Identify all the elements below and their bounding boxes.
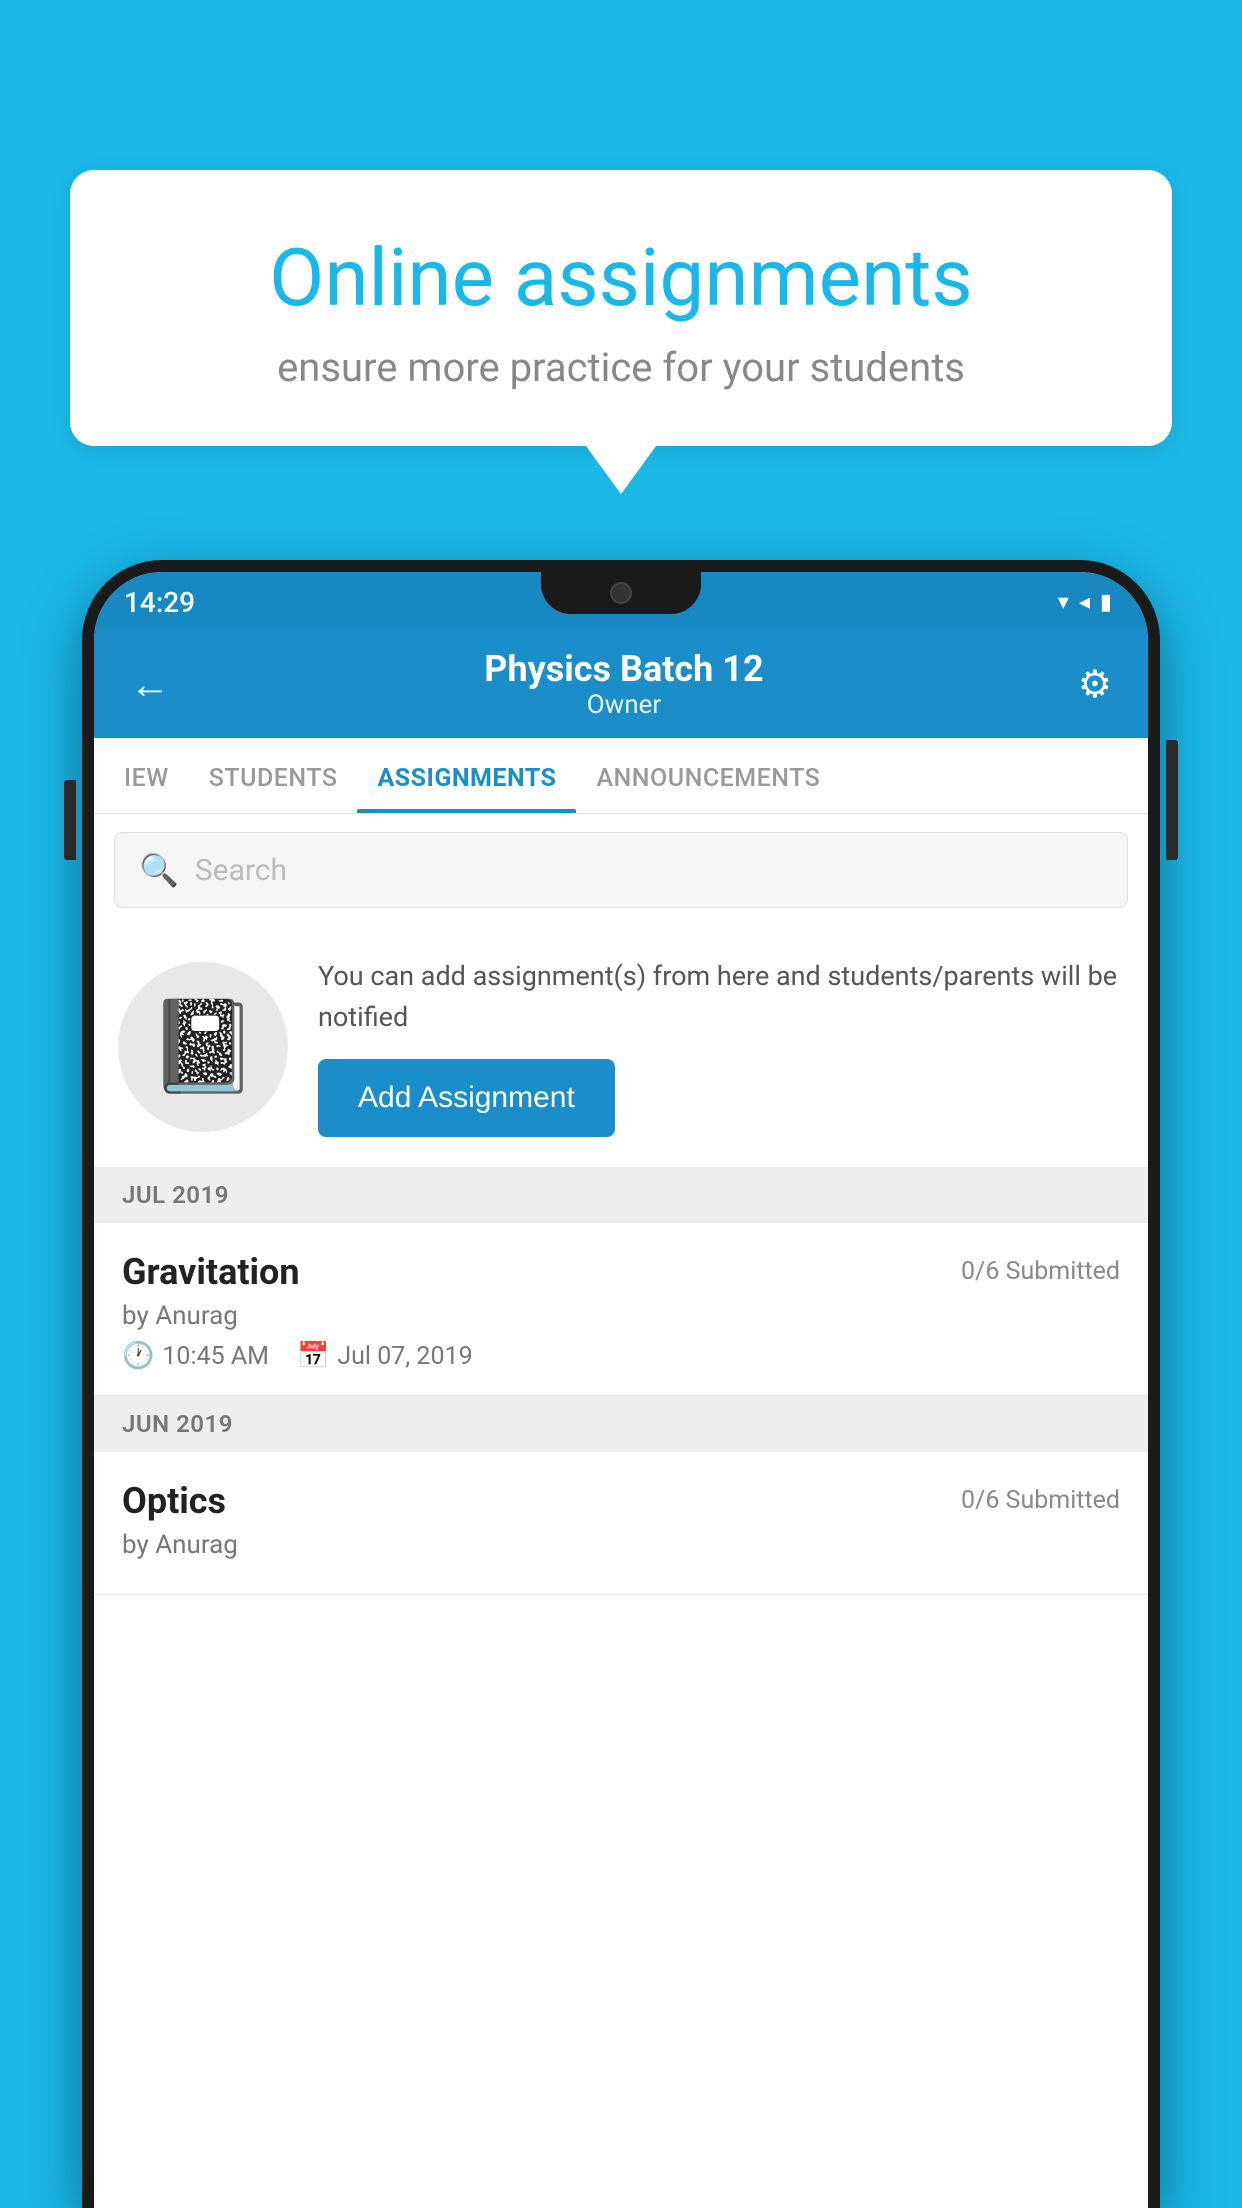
section-header-jul: JUL 2019	[94, 1167, 1148, 1223]
bubble-subtitle: ensure more practice for your students	[140, 344, 1102, 391]
add-assignment-section: 📓 You can add assignment(s) from here an…	[94, 926, 1148, 1167]
front-camera	[610, 582, 632, 604]
header-center: Physics Batch 12 Owner	[170, 648, 1078, 720]
tab-students[interactable]: STUDENTS	[189, 738, 358, 813]
notebook-icon: 📓	[147, 994, 259, 1099]
assignment-item-header-optics: Optics 0/6 Submitted	[122, 1480, 1120, 1522]
assignment-submitted-optics: 0/6 Submitted	[961, 1480, 1120, 1515]
tab-assignments[interactable]: ASSIGNMENTS	[357, 738, 576, 813]
signal-icon: ◂	[1079, 590, 1090, 615]
notch	[541, 572, 701, 614]
phone-frame: 14:29 ▾ ◂ ▮ ← Physics Batch 12 Owner ⚙ I…	[82, 560, 1160, 2208]
header-title: Physics Batch 12	[170, 648, 1078, 690]
search-container: 🔍 Search	[94, 814, 1148, 926]
volume-button	[64, 780, 76, 860]
status-time: 14:29	[124, 586, 195, 619]
assignment-item-optics[interactable]: Optics 0/6 Submitted by Anurag	[94, 1452, 1148, 1595]
tab-announcements[interactable]: ANNOUNCEMENTS	[576, 738, 840, 813]
add-assignment-button[interactable]: Add Assignment	[318, 1059, 615, 1137]
calendar-icon: 📅	[297, 1341, 329, 1371]
settings-button[interactable]: ⚙	[1078, 662, 1112, 707]
search-placeholder: Search	[195, 853, 287, 888]
date-value: Jul 07, 2019	[337, 1342, 472, 1371]
status-icons: ▾ ◂ ▮	[1058, 590, 1112, 615]
bubble-title: Online assignments	[140, 230, 1102, 326]
header-subtitle: Owner	[170, 690, 1078, 720]
clock-icon: 🕐	[122, 1341, 154, 1371]
assignment-meta: 🕐 10:45 AM 📅 Jul 07, 2019	[122, 1341, 1120, 1371]
assignment-name: Gravitation	[122, 1251, 300, 1293]
assignment-item-gravitation[interactable]: Gravitation 0/6 Submitted by Anurag 🕐 10…	[94, 1223, 1148, 1396]
assignment-date: 📅 Jul 07, 2019	[297, 1341, 473, 1371]
tab-bar: IEW STUDENTS ASSIGNMENTS ANNOUNCEMENTS	[94, 738, 1148, 814]
phone-screen: 14:29 ▾ ◂ ▮ ← Physics Batch 12 Owner ⚙ I…	[94, 572, 1148, 2208]
assignment-author: by Anurag	[122, 1301, 1120, 1331]
assignment-info: You can add assignment(s) from here and …	[318, 956, 1124, 1137]
battery-icon: ▮	[1100, 590, 1112, 615]
section-header-jun: JUN 2019	[94, 1396, 1148, 1452]
speech-bubble-container: Online assignments ensure more practice …	[70, 170, 1172, 446]
search-icon: 🔍	[139, 851, 179, 889]
power-button	[1166, 740, 1178, 860]
assignment-name-optics: Optics	[122, 1480, 226, 1522]
app-header: ← Physics Batch 12 Owner ⚙	[94, 628, 1148, 738]
search-bar[interactable]: 🔍 Search	[114, 832, 1128, 908]
assignment-submitted: 0/6 Submitted	[961, 1251, 1120, 1286]
assignment-author-optics: by Anurag	[122, 1530, 1120, 1560]
back-button[interactable]: ←	[130, 661, 170, 708]
time-value: 10:45 AM	[162, 1342, 269, 1371]
wifi-icon: ▾	[1058, 590, 1069, 615]
assignment-description: You can add assignment(s) from here and …	[318, 956, 1124, 1037]
assignment-icon-circle: 📓	[118, 962, 288, 1132]
speech-bubble: Online assignments ensure more practice …	[70, 170, 1172, 446]
tab-iew[interactable]: IEW	[104, 738, 189, 813]
assignment-item-header: Gravitation 0/6 Submitted	[122, 1251, 1120, 1293]
assignment-time: 🕐 10:45 AM	[122, 1341, 269, 1371]
